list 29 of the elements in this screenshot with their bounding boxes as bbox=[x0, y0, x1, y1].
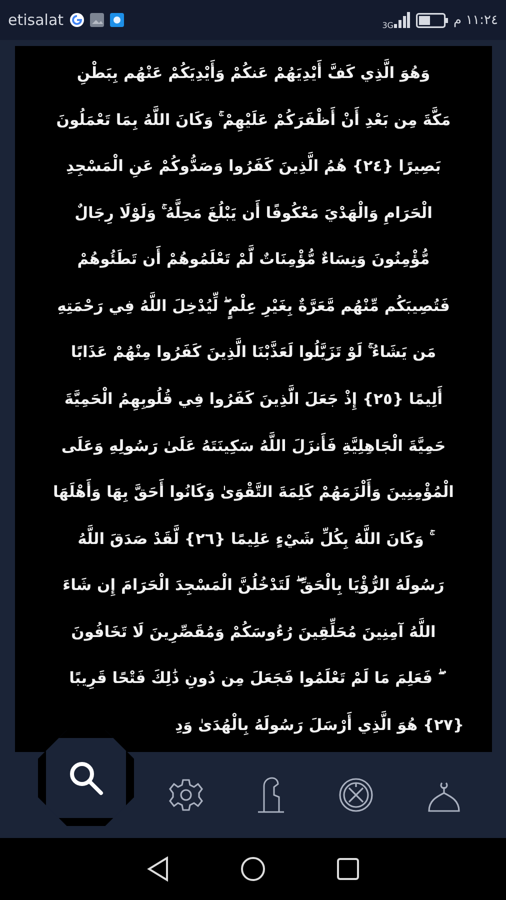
home-icon[interactable] bbox=[240, 856, 266, 882]
verse-line: مُّؤْمِنُونَ وَنِسَاءٌ مُّؤْمِنَاتٌ لَّمْ تَعْلَمُوهُمْ أَن تَطَئُوهُمْ bbox=[23, 244, 484, 274]
verse-line: ۖ فَعَلِمَ مَا لَمْ تَعْلَمُوا فَجَعَلَ مِن دُونِ ذَٰلِكَ فَتْحًا قَرِيبًا bbox=[23, 663, 484, 694]
gallery-icon bbox=[90, 13, 104, 27]
clock-time: ١١:٢٤ م bbox=[454, 12, 498, 28]
verse-line: وَهُوَ الَّذِي كَفَّ أَيْدِيَهُمْ عَنكُمْ وَأَيْدِيَكُمْ عَنْهُم بِبَطْنِ bbox=[23, 58, 484, 88]
search-icon bbox=[67, 759, 105, 797]
verse-line: رَسُولَهُ الرُّؤْيَا بِالْحَقِّ ۖ لَتَدْخُلُنَّ الْمَسْجِدَ الْحَرَامَ إِن شَاءَ bbox=[23, 570, 484, 600]
verse-line: {٢٧} هُوَ الَّذِي أَرْسَلَ رَسُولَهُ بِالْهُدَىٰ وَدِ bbox=[23, 710, 484, 740]
app-notification-icon bbox=[110, 13, 124, 27]
verse-line: حَمِيَّةَ الْجَاهِلِيَّةِ فَأَنزَلَ اللَّهُ سَكِينَتَهُ عَلَىٰ رَسُولِهِ وَعَلَى bbox=[23, 430, 484, 461]
verse-line: مَن يَشَاءُ ۚ لَوْ تَزَيَّلُوا لَعَذَّبْنَا الَّذِينَ كَفَرُوا مِنْهُمْ عَذَابًا bbox=[23, 337, 484, 368]
verse-line: مَكَّةَ مِن بَعْدِ أَنْ أَظْفَرَكُمْ عَلَيْهِمْ ۚ وَكَانَ اللَّهُ بِمَا تَعْمَلُونَ bbox=[23, 104, 484, 135]
verse-line: الْحَرَامِ وَالْهَدْيَ مَعْكُوفًا أَن يَبْلُغَ مَحِلَّهُ ۚ وَلَوْلَا رِجَالٌ bbox=[23, 198, 484, 228]
settings-icon[interactable] bbox=[168, 777, 204, 813]
battery-icon bbox=[416, 12, 448, 28]
network-type: 3G bbox=[382, 20, 394, 30]
signal-icon bbox=[394, 12, 410, 28]
praying-figure-icon[interactable] bbox=[256, 776, 286, 814]
verse-line: الْمُؤْمِنِينَ وَأَلْزَمَهُمْ كَلِمَةَ التَّقْوَىٰ وَكَانُوا أَحَقَّ بِهَا وَأَهْلَهَا bbox=[23, 477, 484, 508]
verse-line: ۚ وَكَانَ اللَّهُ بِكُلِّ شَيْءٍ عَلِيمًا {٢٦} لَّقَدْ صَدَقَ اللَّهُ bbox=[23, 524, 484, 554]
verse-line: اللَّهُ آمِنِينَ مُحَلِّقِينَ رُءُوسَكُمْ وَمُقَصِّرِينَ لَا تَخَافُونَ bbox=[23, 616, 484, 647]
back-icon[interactable] bbox=[146, 856, 170, 882]
verse-line: بَصِيرًا {٢٤} هُمُ الَّذِينَ كَفَرُوا وَصَدُّوكُمْ عَنِ الْمَسْجِدِ bbox=[23, 151, 484, 182]
carrier-name: etisalat bbox=[8, 11, 64, 29]
verse-line: فَتُصِيبَكُم مِّنْهُم مَّعَرَّةٌ بِغَيْرِ عِلْمٍ ۖ لِّيُدْخِلَ اللَّهُ فِي رَحْمَتِهِ bbox=[23, 290, 484, 321]
recents-icon[interactable] bbox=[336, 857, 360, 881]
google-icon bbox=[70, 13, 84, 27]
verse-line: أَلِيمًا {٢٥} إِذْ جَعَلَ الَّذِينَ كَفَرُوا فِي قُلُوبِهِمُ الْحَمِيَّةَ bbox=[23, 384, 484, 414]
